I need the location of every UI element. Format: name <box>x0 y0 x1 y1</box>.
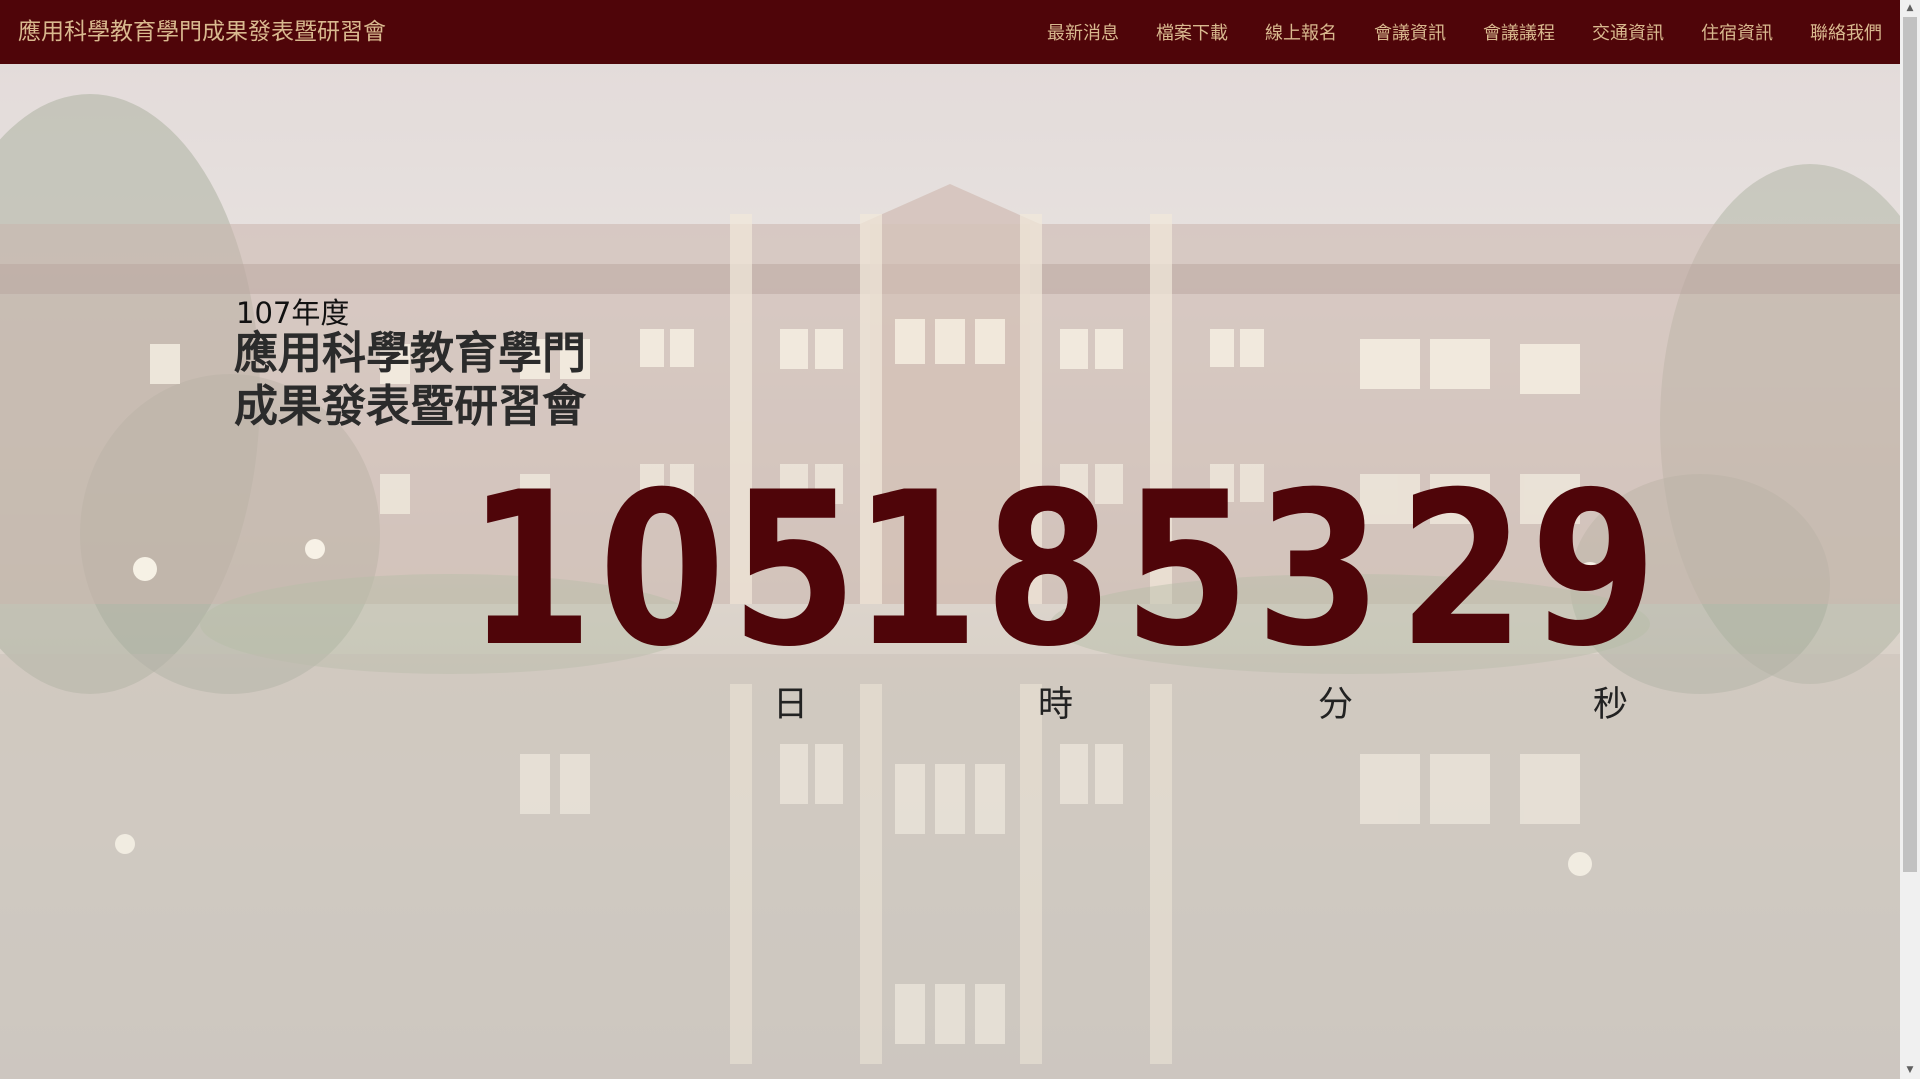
countdown-seconds-value: 29 <box>1398 446 1663 693</box>
nav-item-news[interactable]: 最新消息 <box>1047 19 1119 45</box>
conference-title-line-1: 應用科學教育學門 <box>234 328 586 379</box>
page: 應用科學教育學門成果發表暨研習會 最新消息 檔案下載 線上報名 會議資訊 會議議… <box>0 0 1920 1079</box>
nav-item-contact[interactable]: 聯絡我們 <box>1810 19 1882 45</box>
countdown-hours: 18 時 <box>835 446 1117 727</box>
nav-menu: 最新消息 檔案下載 線上報名 會議資訊 會議議程 交通資訊 住宿資訊 聯絡我們 <box>1010 0 1882 64</box>
conference-year: 107年度 <box>236 296 350 330</box>
conference-title: 應用科學教育學門 成果發表暨研習會 <box>234 327 586 433</box>
scroll-up-arrow-icon[interactable]: ▲ <box>1900 0 1920 17</box>
scroll-down-arrow-icon[interactable]: ▼ <box>1900 1062 1920 1079</box>
nav-item-accommodation[interactable]: 住宿資訊 <box>1701 19 1773 45</box>
countdown-hours-value: 18 <box>852 446 1117 693</box>
nav-item-registration[interactable]: 線上報名 <box>1265 19 1337 45</box>
countdown-days-value: 105 <box>466 446 863 693</box>
conference-title-line-2: 成果發表暨研習會 <box>234 381 586 432</box>
nav-item-downloads[interactable]: 檔案下載 <box>1156 19 1228 45</box>
countdown-days: 105 日 <box>440 446 863 727</box>
vertical-scrollbar[interactable]: ▲ ▼ <box>1900 0 1920 1079</box>
site-brand-link[interactable]: 應用科學教育學門成果發表暨研習會 <box>18 0 386 64</box>
nav-item-agenda[interactable]: 會議議程 <box>1483 19 1555 45</box>
scrollbar-thumb[interactable] <box>1903 17 1917 872</box>
countdown-seconds: 29 秒 <box>1380 446 1663 727</box>
nav-item-transportation[interactable]: 交通資訊 <box>1592 19 1664 45</box>
countdown-minutes-value: 53 <box>1123 446 1388 693</box>
countdown-minutes: 53 分 <box>1105 446 1388 727</box>
countdown-timer: 105 日 18 時 53 分 29 秒 <box>440 446 1663 730</box>
top-navbar: 應用科學教育學門成果發表暨研習會 最新消息 檔案下載 線上報名 會議資訊 會議議… <box>0 0 1900 64</box>
nav-item-conference-info[interactable]: 會議資訊 <box>1374 19 1446 45</box>
